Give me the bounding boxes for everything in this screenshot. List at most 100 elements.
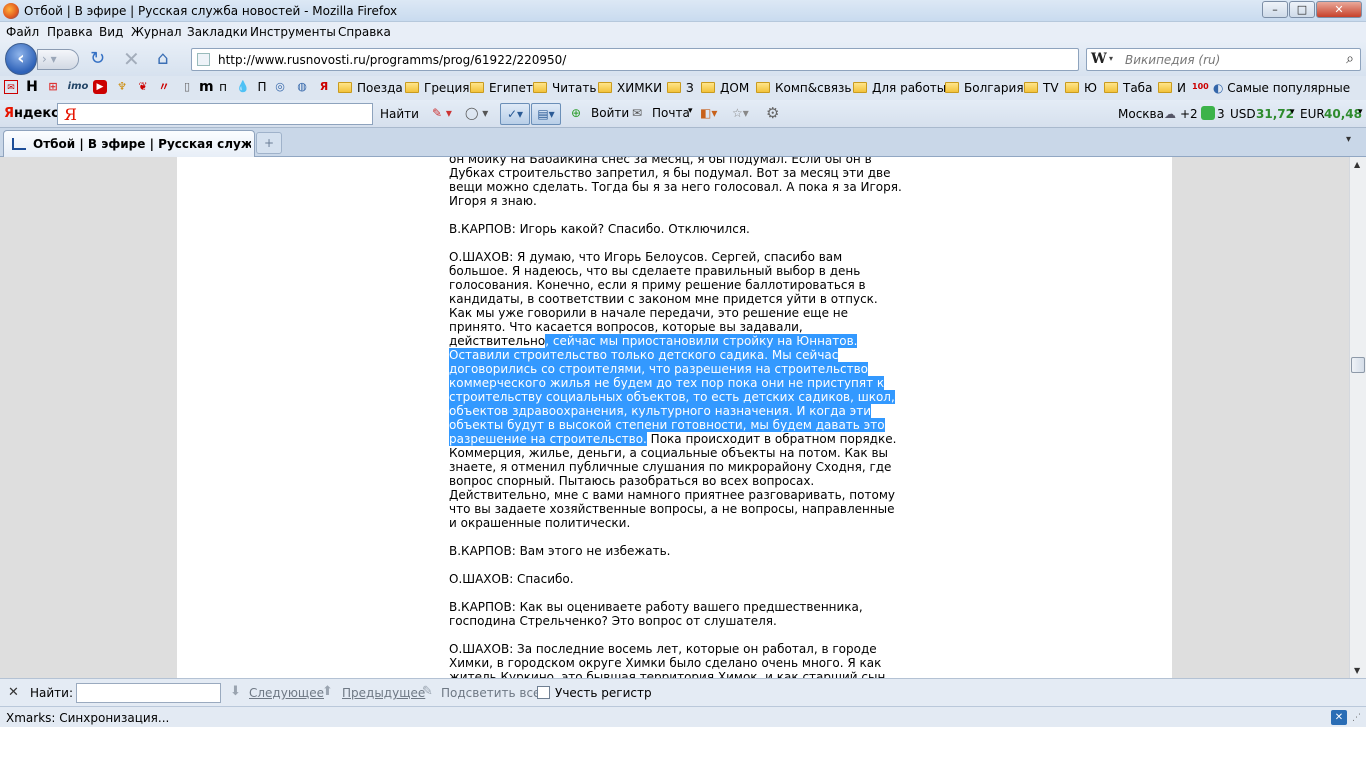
url-text[interactable]: http://www.rusnovosti.ru/programms/prog/… xyxy=(218,53,566,67)
bookmark-folder-z[interactable]: З xyxy=(667,81,694,95)
translate-box-icon[interactable]: ▤▾ xyxy=(531,103,561,125)
firefox-icon[interactable] xyxy=(3,3,19,19)
traffic-value[interactable]: 3 xyxy=(1217,107,1225,121)
url-bar[interactable]: http://www.rusnovosti.ru/programms/prog/… xyxy=(191,48,1262,71)
bookmark-h-icon[interactable]: H xyxy=(25,80,39,94)
xmarks-icon[interactable]: ✕ xyxy=(1331,710,1347,725)
city-label[interactable]: Москва xyxy=(1118,107,1164,121)
arrow-up-icon[interactable]: ⬆ xyxy=(322,684,333,699)
selected-text: , сейчас мы приостановили стройку на Юнн… xyxy=(449,334,895,446)
highlight-all-button[interactable]: Подсветить все xyxy=(441,686,540,700)
reload-icon[interactable]: ↻ xyxy=(90,50,105,68)
comment-icon[interactable]: ◯ ▾ xyxy=(465,106,488,120)
bookmark-folder-greece[interactable]: Греция xyxy=(405,81,470,95)
close-button[interactable]: ✕ xyxy=(1316,1,1362,18)
bookmark-man-icon[interactable]: ♆ xyxy=(115,80,129,94)
usd-dropdown-icon[interactable]: ▾ xyxy=(1290,107,1295,117)
scroll-thumb[interactable] xyxy=(1351,357,1365,373)
settings-gear-icon[interactable]: ⚙ xyxy=(766,104,779,122)
bookmark-p-small[interactable]: п xyxy=(216,80,230,94)
bookmark-drop-icon[interactable]: 💧 xyxy=(236,80,250,94)
search-placeholder[interactable]: Википедия (ru) xyxy=(1125,53,1220,67)
bookmark-mail-icon[interactable]: ✉ xyxy=(4,80,18,94)
mail-dropdown-icon[interactable]: ▾ xyxy=(688,106,693,116)
arrow-down-icon[interactable]: ⬇ xyxy=(230,684,241,699)
weather-value[interactable]: +2 xyxy=(1180,107,1198,121)
find-next-button[interactable]: Следующее xyxy=(249,686,324,700)
login-icon[interactable]: ⊕ xyxy=(571,106,581,120)
bookmark-folder-trains[interactable]: Поезда xyxy=(338,81,403,95)
stop-icon[interactable]: ✕ xyxy=(123,49,140,69)
bookmark-m-icon[interactable]: m xyxy=(199,80,214,94)
bookmark-yandex-icon[interactable]: Я xyxy=(317,80,331,94)
tab-title: Отбой | В эфире | Русская служба н... xyxy=(33,137,251,151)
close-find-icon[interactable]: ✕ xyxy=(8,685,19,700)
bookmark-folder-taba[interactable]: Таба xyxy=(1104,81,1152,95)
menu-view[interactable]: Вид xyxy=(99,25,123,39)
tab-list-dropdown-icon[interactable]: ▾ xyxy=(1346,134,1351,145)
bookmark-page-icon[interactable]: ▯ xyxy=(180,80,194,94)
spellcheck-icon[interactable]: ✓▾ xyxy=(500,103,530,125)
new-tab-button[interactable]: + xyxy=(256,132,282,154)
menu-file[interactable]: Файл xyxy=(6,25,39,39)
engine-dropdown-icon[interactable]: ▾ xyxy=(1109,54,1113,63)
eur-dropdown-icon[interactable]: ▾ xyxy=(1358,107,1363,117)
bookmark-most-visited[interactable]: ◐ Самые популярные xyxy=(1213,81,1350,95)
match-case-label[interactable]: Учесть регистр xyxy=(555,686,652,700)
site-identity-icon[interactable] xyxy=(197,53,210,66)
mail-link[interactable]: Почта xyxy=(652,106,690,120)
search-bar[interactable]: W ▾ Википедия (ru) ⌕ xyxy=(1086,48,1361,71)
resize-grip-icon[interactable]: ⋰ xyxy=(1352,713,1361,723)
bookmark-folder-khimki[interactable]: ХИМКИ xyxy=(598,81,662,95)
menu-tools[interactable]: Инструменты xyxy=(250,25,336,39)
forward-button[interactable]: › ▾ xyxy=(37,49,79,70)
bookmark-folder-read[interactable]: Читать xyxy=(533,81,596,95)
bookmark-folder-i[interactable]: И xyxy=(1158,81,1186,95)
menu-help[interactable]: Справка xyxy=(338,25,391,39)
bookmark-globe2-icon[interactable]: ◍ xyxy=(295,80,309,94)
bookmark-folder-home[interactable]: ДОМ xyxy=(701,81,749,95)
bookmark-100-icon[interactable]: 100 xyxy=(1192,80,1209,94)
bookmark-imo-icon[interactable]: imo xyxy=(67,80,89,94)
vertical-scrollbar[interactable]: ▲ ▼ xyxy=(1349,157,1366,678)
apps-icon[interactable]: ◧▾ xyxy=(700,106,717,120)
mail-icon[interactable]: ✉ xyxy=(632,106,642,120)
pencil-icon[interactable]: ✎ ▾ xyxy=(432,106,452,120)
bookmark-folder-bulgaria[interactable]: Болгария xyxy=(945,81,1024,95)
maximize-button[interactable]: □ xyxy=(1289,1,1315,18)
wikipedia-icon[interactable]: W xyxy=(1091,51,1107,67)
bookmark-p-cap[interactable]: П xyxy=(255,80,269,94)
tab-active[interactable]: Отбой | В эфире | Русская служба н... xyxy=(3,130,255,157)
bookmark-folder-egypt[interactable]: Египет xyxy=(470,81,533,95)
back-button[interactable]: ‹ xyxy=(5,43,37,75)
bookmark-folder-comp[interactable]: Комп&связь xyxy=(756,81,851,95)
scroll-up-icon[interactable]: ▲ xyxy=(1354,160,1360,169)
login-link[interactable]: Войти xyxy=(591,106,629,120)
bookmark-windows-icon[interactable]: ⊞ xyxy=(46,80,60,94)
favorites-star-icon[interactable]: ☆▾ xyxy=(732,106,749,120)
bookmark-gift-icon[interactable]: ❦ xyxy=(136,80,150,94)
match-case-checkbox[interactable] xyxy=(537,686,550,699)
bookmark-globe-icon[interactable]: ◎ xyxy=(273,80,287,94)
scroll-down-icon[interactable]: ▼ xyxy=(1354,666,1360,675)
bookmark-youtube-icon[interactable]: ▶ xyxy=(93,80,107,94)
menu-history[interactable]: Журнал xyxy=(131,25,182,39)
yandex-find-button[interactable]: Найти xyxy=(380,107,419,121)
find-previous-button[interactable]: Предыдущее xyxy=(342,686,425,700)
bookmark-folder-work[interactable]: Для работы xyxy=(853,81,946,95)
yandex-search-input[interactable]: Я xyxy=(57,103,373,125)
menu-edit[interactable]: Правка xyxy=(47,25,93,39)
eur-value[interactable]: 40,48 xyxy=(1324,107,1362,121)
menu-bookmarks[interactable]: Закладки xyxy=(187,25,248,39)
bookmark-folder-yu[interactable]: Ю xyxy=(1065,81,1097,95)
highlighter-icon[interactable]: ✎ xyxy=(422,684,433,699)
find-input[interactable] xyxy=(76,683,221,703)
minimize-button[interactable]: – xyxy=(1262,1,1288,18)
bookmark-quote-icon[interactable]: 〃 xyxy=(157,80,171,94)
home-icon[interactable]: ⌂ xyxy=(157,50,168,68)
bookmark-folder-tv[interactable]: TV xyxy=(1024,81,1059,95)
traffic-icon[interactable] xyxy=(1201,106,1215,120)
usd-value[interactable]: 31,72 xyxy=(1256,107,1294,121)
weather-icon[interactable]: ☁ xyxy=(1164,107,1176,121)
search-icon[interactable]: ⌕ xyxy=(1346,51,1354,67)
